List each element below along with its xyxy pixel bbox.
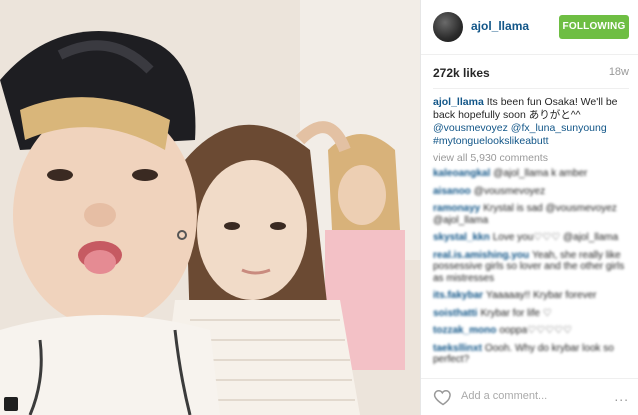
comment-item: real.is.amishing.you Yeah, she really lik…	[433, 250, 629, 285]
comment-text: Krybar for life ♡	[480, 307, 552, 319]
post-modal: ajol_llama FOLLOWING 272k likes 18w ajol…	[0, 0, 638, 415]
caption-mention-1[interactable]: @vousmevoyez	[433, 122, 508, 134]
photo-user-tag-icon[interactable]	[4, 397, 18, 411]
comment-username[interactable]: its.fakybar	[433, 290, 483, 301]
comment-username[interactable]: soisthatti	[433, 308, 477, 319]
comment-item: kaleoangkal @ajol_llama k amber	[433, 168, 629, 180]
caption-username[interactable]: ajol_llama	[433, 96, 484, 108]
following-button[interactable]: FOLLOWING	[559, 15, 629, 39]
post-photo[interactable]	[0, 0, 420, 415]
view-all-comments-link[interactable]: view all 5,930 comments	[433, 152, 548, 164]
avatar[interactable]	[433, 12, 463, 42]
post-details-panel: ajol_llama FOLLOWING 272k likes 18w ajol…	[420, 0, 638, 415]
post-footer: Add a comment... ...	[421, 378, 638, 415]
post-stats: 272k likes 18w	[433, 66, 629, 82]
comment-username[interactable]: aisanoo	[433, 186, 471, 197]
divider	[433, 88, 629, 89]
more-options-icon[interactable]: ...	[614, 388, 629, 404]
comment-username[interactable]: skystal_kkn	[433, 232, 490, 243]
comment-username[interactable]: ramonayy	[433, 203, 480, 214]
comment-item: aisanoo @vousmevoyez	[433, 186, 629, 198]
comment-item: tozzak_mono ooppa♡♡♡♡♡	[433, 325, 629, 337]
heart-icon[interactable]	[433, 387, 453, 407]
comment-username[interactable]: kaleoangkal	[433, 168, 490, 179]
comment-text: Love you♡♡♡ @ajol_llama	[492, 232, 619, 243]
comment-item: soisthatti Krybar for life ♡	[433, 308, 629, 320]
comment-item: ramonayy Krystal is sad @vousmevoyez @ajo…	[433, 203, 629, 226]
comment-text: Yaaaaay!! Krybar forever	[486, 290, 597, 301]
caption-mention-2[interactable]: @fx_luna_sunyoung	[511, 122, 607, 134]
add-comment-input[interactable]: Add a comment...	[461, 390, 547, 402]
comment-username[interactable]: taeksllinxt	[433, 343, 482, 354]
caption-hashtag[interactable]: #mytonguelookslikeabutt	[433, 135, 549, 147]
likes-count[interactable]: 272k likes	[433, 66, 490, 80]
photo-illustration	[0, 0, 420, 415]
comment-text: @vousmevoyez	[473, 185, 546, 197]
comment-item: its.fakybar Yaaaaay!! Krybar forever	[433, 290, 629, 302]
username-link[interactable]: ajol_llama	[471, 19, 529, 33]
comment-item: skystal_kkn Love you♡♡♡ @ajol_llama	[433, 232, 629, 244]
comment-text: @ajol_llama k amber	[493, 168, 588, 179]
comment-item: taeksllinxt Oooh. Why do krybar look so p…	[433, 343, 629, 366]
post-caption: ajol_llama Its been fun Osaka! We'll be …	[433, 96, 629, 148]
comment-username[interactable]: tozzak_mono	[433, 325, 496, 336]
comment-username[interactable]: real.is.amishing.you	[433, 250, 529, 261]
post-header: ajol_llama FOLLOWING	[421, 0, 638, 55]
post-age: 18w	[608, 66, 629, 78]
comments-list: kaleoangkal @ajol_llama k amber aisanoo @v…	[433, 168, 629, 372]
comment-text: ooppa♡♡♡♡♡	[499, 325, 572, 336]
